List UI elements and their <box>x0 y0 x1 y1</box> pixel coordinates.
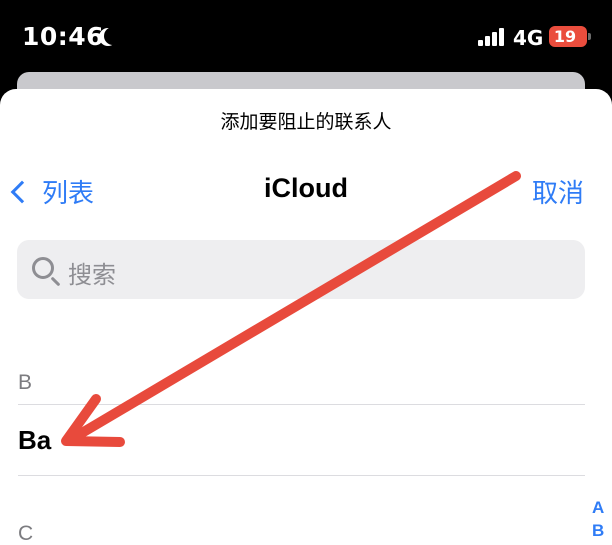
network-type: 4G <box>513 26 544 50</box>
cancel-button[interactable]: 取消 <box>532 173 584 210</box>
signal-icon <box>478 28 504 46</box>
section-header-b: B <box>18 371 33 394</box>
status-time: 10:46 <box>22 22 105 51</box>
contact-name: Ba <box>18 425 52 455</box>
divider <box>18 475 585 476</box>
contact-picker-sheet: 添加要阻止的联系人 列表 iCloud 取消 搜索 B Ba C A B <box>0 89 612 545</box>
moon-icon <box>104 27 122 45</box>
index-letter-b[interactable]: B <box>592 521 604 541</box>
section-header-c: C <box>18 522 34 545</box>
sheet-title: 添加要阻止的联系人 <box>220 111 392 133</box>
search-placeholder: 搜索 <box>68 261 116 289</box>
list-item[interactable]: Ba <box>0 405 612 475</box>
index-letter-a[interactable]: A <box>592 498 604 518</box>
battery-level: 19 <box>553 27 577 46</box>
search-input[interactable]: 搜索 <box>17 240 585 299</box>
battery-icon: 19 <box>549 26 591 47</box>
status-bar: 10:46 4G 19 <box>0 0 612 72</box>
search-icon <box>32 257 54 279</box>
nav-title: iCloud <box>264 173 348 203</box>
